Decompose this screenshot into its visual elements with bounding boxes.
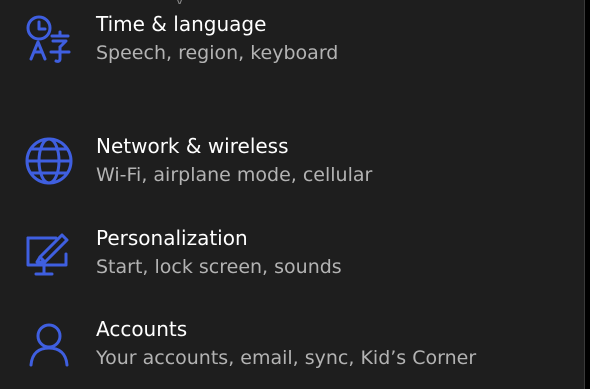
settings-item-title: Personalization xyxy=(96,226,248,250)
settings-item-time-language[interactable]: Time & language Speech, region, keyboard xyxy=(0,0,584,86)
settings-item-subtitle: Speech, region, keyboard xyxy=(96,42,339,64)
settings-item-title: Time & language xyxy=(96,12,267,36)
settings-item-subtitle: Start, lock screen, sounds xyxy=(96,256,342,278)
settings-item-title: Network & wireless xyxy=(96,134,289,158)
person-icon xyxy=(22,317,76,371)
settings-item-network[interactable]: Network & wireless Wi-Fi, airplane mode,… xyxy=(0,122,584,208)
settings-item-personalization[interactable]: Personalization Start, lock screen, soun… xyxy=(0,214,584,300)
settings-item-accounts[interactable]: Accounts Your accounts, email, sync, Kid… xyxy=(0,305,584,389)
settings-item-subtitle: Your accounts, email, sync, Kid’s Corner xyxy=(96,347,477,369)
time-language-icon xyxy=(22,12,76,66)
settings-panel: y Network & wireless Wi-Fi, airplane mod… xyxy=(0,0,584,389)
settings-item-subtitle: Wi-Fi, airplane mode, cellular xyxy=(96,164,373,186)
settings-item-title: Accounts xyxy=(96,317,188,341)
globe-icon xyxy=(22,134,76,188)
personalization-icon xyxy=(22,226,76,280)
scrollbar-track[interactable] xyxy=(584,0,590,389)
